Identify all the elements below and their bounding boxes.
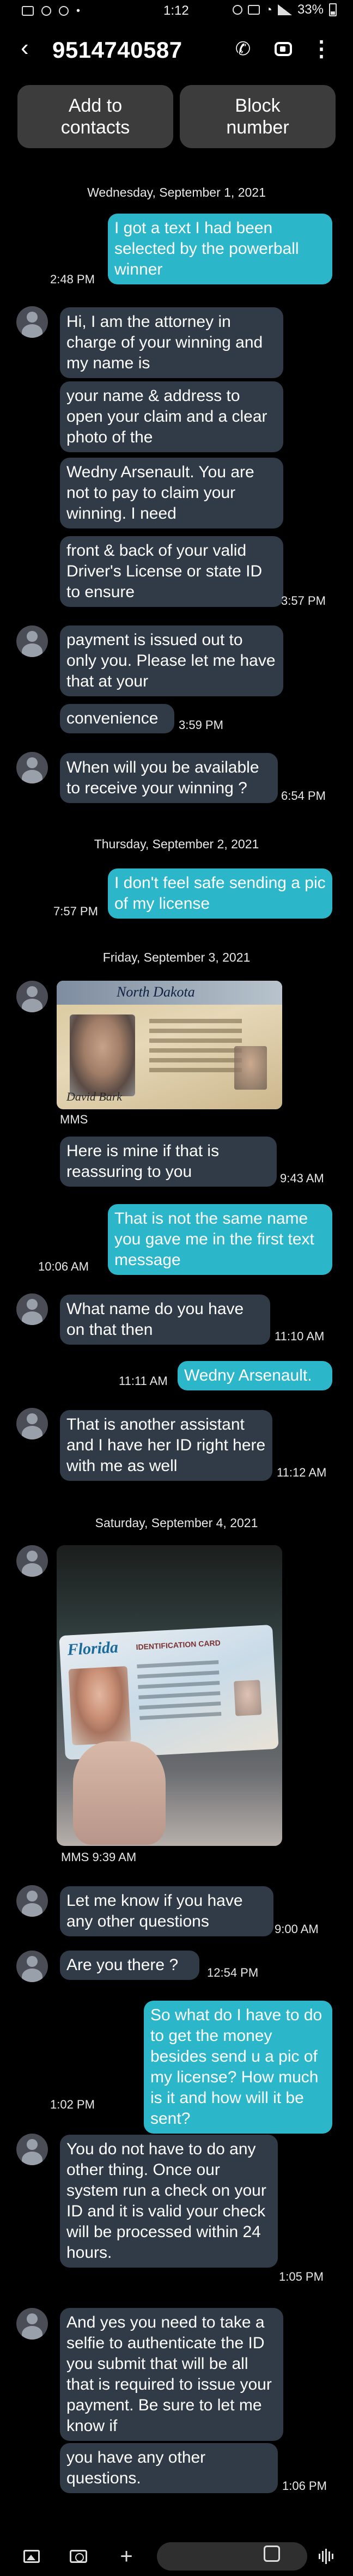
contact-avatar[interactable] [16,752,48,783]
id-card-photo [68,1666,131,1746]
mms-label: MMS 9:39 AM [61,1850,137,1864]
message-time: 6:54 PM [281,789,326,803]
sent-message[interactable]: Wedny Arsenault. [178,1361,332,1390]
dot-icon: • [76,4,81,17]
received-message[interactable]: your name & address to open your claim a… [60,381,283,452]
sent-message[interactable]: I don't feel safe sending a pic of my li… [108,868,332,919]
received-message[interactable]: you have any other questions. [60,2443,278,2493]
signal-icon [277,4,292,15]
license-text-lines [149,1019,242,1078]
message-time: 3:59 PM [179,718,223,732]
received-message[interactable]: Here is mine if that is reassuring to yo… [60,1137,277,1187]
add-to-contacts-button[interactable]: Add to contacts [17,85,173,148]
contact-avatar[interactable] [16,306,48,338]
more-options-icon[interactable]: ⋮ [311,37,332,61]
received-message[interactable]: That is another assistant and I have her… [60,1410,272,1481]
received-message[interactable]: payment is issued out to only you. Pleas… [60,625,283,696]
sent-message[interactable]: So what do I have to do to get the money… [144,2001,332,2134]
alarm-icon [232,5,242,15]
date-divider: Friday, September 3, 2021 [102,950,251,964]
message-time: 11:11 AM [119,1374,168,1388]
message-time: 12:54 PM [207,1966,259,1979]
wifi-icon: ◔ [265,3,272,16]
sent-message[interactable]: That is not the same name you gave me in… [108,1204,332,1275]
message-input-bar: + [0,2537,353,2576]
status-right-icons: ◔ 33% [232,2,337,17]
license-ghost-photo [234,1046,267,1090]
received-message[interactable]: When will you be available to receive yo… [60,753,278,803]
received-message[interactable]: front & back of your valid Driver's Lice… [60,536,283,607]
sent-message[interactable]: I got a text I had been selected by the … [108,214,332,284]
status-left-icons: • [22,5,80,17]
gallery-notification-icon [22,6,34,16]
status-time: 1:12 [163,3,189,18]
message-time: 9:00 AM [275,1922,319,1936]
message-input-field[interactable] [157,2542,307,2571]
gallery-icon[interactable] [22,2547,41,2566]
contact-avatar[interactable] [16,2134,48,2165]
license-photo [70,1014,135,1096]
battery-icon [329,3,337,16]
add-attachment-icon[interactable]: + [117,2544,136,2568]
sticker-icon[interactable] [264,2545,280,2562]
id-card-text-lines [137,1660,222,1727]
message-time: 1:06 PM [282,2479,327,2493]
date-divider: Thursday, September 2, 2021 [94,837,259,851]
message-time: 1:02 PM [50,2098,95,2111]
received-message[interactable]: convenience [60,704,174,733]
contact-avatar[interactable] [16,981,48,1012]
contact-avatar[interactable] [16,1293,48,1325]
received-message[interactable]: Wedny Arsenault. You are not to pay to c… [60,458,283,528]
contact-avatar[interactable] [16,1545,48,1577]
contact-avatar[interactable] [16,2308,48,2340]
message-time: 11:10 AM [275,1329,325,1343]
id-card-ghost-photo [234,1680,262,1716]
battery-percent: 33% [297,2,324,17]
back-arrow-icon[interactable]: ‹ [21,36,29,60]
phone-call-icon[interactable]: ✆ [232,38,254,60]
status-bar: • 1:12 ◔ 33% [0,0,353,22]
block-number-button[interactable]: Block number [180,85,336,148]
mute-icon [247,5,260,15]
id-card: Florida IDENTIFICATION CARD [59,1624,279,1760]
block-number-label: Block number [226,95,289,138]
message-time: 2:48 PM [50,272,95,286]
holding-thumb [73,1741,166,1845]
message-time: 9:43 AM [280,1171,324,1185]
received-message[interactable]: Are you there ? [60,1951,199,1980]
received-message[interactable]: What name do you have on that then [60,1295,270,1345]
mms-label: MMS [60,1113,88,1126]
add-to-contacts-label: Add to contacts [60,95,130,138]
message-time: 1:05 PM [279,2270,324,2283]
message-time: 11:12 AM [277,1466,327,1479]
date-divider: Saturday, September 4, 2021 [95,1516,258,1530]
video-call-icon[interactable] [272,38,294,60]
received-message[interactable]: And yes you need to take a selfie to aut… [60,2308,283,2441]
data-saver-icon [59,6,69,16]
contact-avatar[interactable] [16,1885,48,1917]
license-state-name: North Dakota [117,984,195,1000]
message-time: 10:06 AM [38,1260,89,1273]
date-divider: Wednesday, September 1, 2021 [87,185,266,199]
drivers-license-image[interactable]: North Dakota David Bark [57,981,282,1109]
received-message[interactable]: Let me know if you have any other questi… [60,1886,273,1936]
received-message[interactable]: You do not have to do any other thing. O… [60,2135,278,2268]
camera-icon[interactable] [69,2547,88,2566]
settings-notification-icon [41,6,51,16]
received-message[interactable]: Hi, I am the attorney in charge of your … [60,307,283,378]
contact-avatar[interactable] [16,1951,48,1982]
contact-avatar[interactable] [16,625,48,657]
license-signature: David Bark [66,1090,123,1103]
state-id-card-image[interactable]: Florida IDENTIFICATION CARD [57,1545,282,1846]
contact-number-title: 9514740587 [52,37,182,63]
message-time: 3:57 PM [281,594,326,607]
conversation-header: ‹ 9514740587 ✆ ⋮ [0,28,353,72]
contact-avatar[interactable] [16,1408,48,1439]
message-time: 7:57 PM [53,904,98,918]
id-card-type: IDENTIFICATION CARD [136,1638,221,1652]
voice-record-icon[interactable] [316,2547,336,2566]
id-card-state-name: Florida [66,1638,119,1659]
